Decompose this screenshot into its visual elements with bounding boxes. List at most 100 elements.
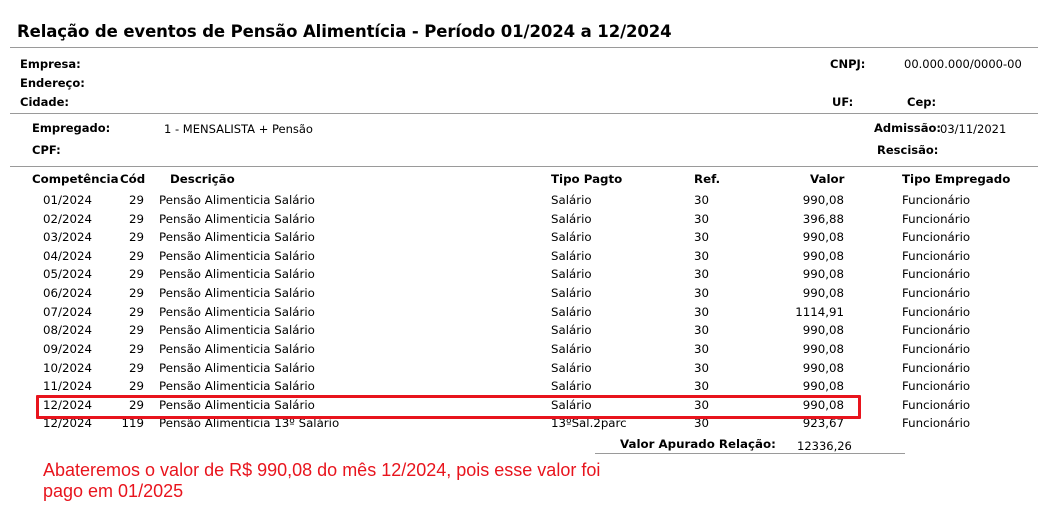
cell-tipo-empregado: Funcionário [902,323,971,338]
cell-tipo-empregado: Funcionário [902,416,971,431]
cell-tipo-empregado: Funcionário [902,341,971,356]
table-row: 03/2024 29 Pensão Alimenticia Salário Salár… [0,230,1039,249]
cell-competencia: 08/2024 [43,323,93,338]
cell-descricao: Pensão Alimenticia Salário [159,286,315,301]
cell-cod: 29 [128,379,144,394]
cell-descricao: Pensão Alimenticia Salário [159,323,315,338]
cell-cod: 29 [128,211,144,226]
cell-tipo-pagto: Salário [551,193,592,207]
cep-label: Cep: [907,95,937,109]
cell-competencia: 02/2024 [43,211,93,226]
cell-competencia: 04/2024 [43,248,93,263]
table-row: 02/2024 29 Pensão Alimenticia Salário Salár… [0,212,1039,231]
cell-descricao: Pensão Alimenticia Salário [159,267,315,282]
cell-cod: 29 [128,341,144,356]
employee-divider [10,166,1038,167]
cell-descricao: Pensão Alimenticia Salário [159,211,315,226]
cell-ref: 30 [694,193,710,207]
cell-cod: 29 [128,360,144,375]
endereco-label: Endereço: [20,76,85,90]
report-title: Relação de eventos de Pensão Alimentícia… [17,22,672,41]
cell-tipo-empregado: Funcionário [902,211,971,226]
cell-descricao: Pensão Alimenticia Salário [159,230,315,245]
cell-cod: 29 [128,304,144,319]
cell-tipo-pagto: Salário [551,267,592,282]
cell-competencia: 05/2024 [43,267,93,282]
cell-tipo-pagto: Salário [551,230,592,245]
total-label: Valor Apurado Relação: [620,437,776,451]
cell-tipo-empregado: Funcionário [902,360,971,375]
cell-competencia: 11/2024 [43,379,93,394]
cell-cod: 29 [128,248,144,263]
admissao-label: Admissão: [874,121,942,135]
cell-valor: 990,08 [802,341,844,356]
cell-ref: 30 [694,286,710,301]
cidade-label: Cidade: [20,95,70,109]
cell-descricao: Pensão Alimenticia Salário [159,379,315,394]
cell-cod: 29 [128,193,144,207]
cell-competencia: 01/2024 [43,193,93,207]
cell-tipo-empregado: Funcionário [902,379,971,394]
cell-descricao: Pensão Alimenticia Salário [159,193,315,207]
cell-cod: 29 [128,267,144,282]
table-row: 09/2024 29 Pensão Alimenticia Salário Salár… [0,342,1039,361]
table-row: 08/2024 29 Pensão Alimenticia Salário Salár… [0,323,1039,342]
cell-tipo-empregado: Funcionário [902,286,971,301]
empregado-value: 1 - MENSALISTA + Pensão [164,122,313,136]
cell-cod: 29 [128,323,144,338]
total-value: 12336,26 [797,439,852,453]
cell-ref: 30 [694,304,710,319]
cell-tipo-empregado: Funcionário [902,397,971,412]
cell-ref: 30 [694,248,710,263]
table-row: 07/2024 29 Pensão Alimenticia Salário Salár… [0,305,1039,324]
cell-tipo-empregado: Funcionário [902,267,971,282]
cell-tipo-pagto: Salário [551,360,592,375]
cell-valor: 990,08 [802,230,844,245]
cell-valor: 396,88 [802,211,844,226]
empresa-label: Empresa: [20,57,81,71]
title-divider [10,47,1038,48]
highlight-box [36,395,861,419]
table-row: 01/2024 29 Pensão Alimenticia Salário Salár… [0,193,1039,212]
cell-ref: 30 [694,379,710,394]
header-ref: Ref. [694,172,721,186]
cell-ref: 30 [694,341,710,356]
table-row: 06/2024 29 Pensão Alimenticia Salário Salár… [0,286,1039,305]
cell-descricao: Pensão Alimenticia Salário [159,341,315,356]
cell-ref: 30 [694,267,710,282]
cell-competencia: 09/2024 [43,341,93,356]
cell-tipo-pagto: Salário [551,341,592,356]
table-row: 12/2024 119 Pensão Alimenticia 13º Salário… [0,416,1039,435]
cnpj-label: CNPJ: [830,57,866,71]
cell-competencia: 10/2024 [43,360,93,375]
cell-tipo-empregado: Funcionário [902,304,971,319]
total-underline [595,453,905,454]
cell-cod: 29 [128,286,144,301]
table-row: 10/2024 29 Pensão Alimenticia Salário Salár… [0,361,1039,380]
cell-valor: 990,08 [802,323,844,338]
cell-tipo-pagto: Salário [551,379,592,394]
cell-tipo-empregado: Funcionário [902,193,971,207]
cell-tipo-empregado: Funcionário [902,230,971,245]
cnpj-value: 00.000.000/0000-00 [904,57,1022,71]
annotation-note: Abateremos o valor de R$ 990,08 do mês 1… [43,460,601,501]
cell-descricao: Pensão Alimenticia Salário [159,248,315,263]
cell-tipo-pagto: Salário [551,286,592,301]
cell-tipo-pagto: Salário [551,323,592,338]
cell-competencia: 07/2024 [43,304,93,319]
cell-ref: 30 [694,360,710,375]
cell-valor: 990,08 [802,193,844,207]
cell-tipo-pagto: Salário [551,248,592,263]
header-cod: Cód [120,172,146,186]
admissao-value: 03/11/2021 [940,122,1007,136]
company-divider [10,113,1038,114]
cell-cod: 29 [128,230,144,245]
cell-tipo-empregado: Funcionário [902,248,971,263]
cell-valor: 1114,91 [795,304,844,319]
cell-ref: 30 [694,211,710,226]
header-tipo-empregado: Tipo Empregado [902,172,1011,186]
header-tipo-pagto: Tipo Pagto [551,172,623,186]
cell-tipo-pagto: Salário [551,211,592,226]
header-valor: Valor [810,172,845,186]
uf-label: UF: [832,95,854,109]
